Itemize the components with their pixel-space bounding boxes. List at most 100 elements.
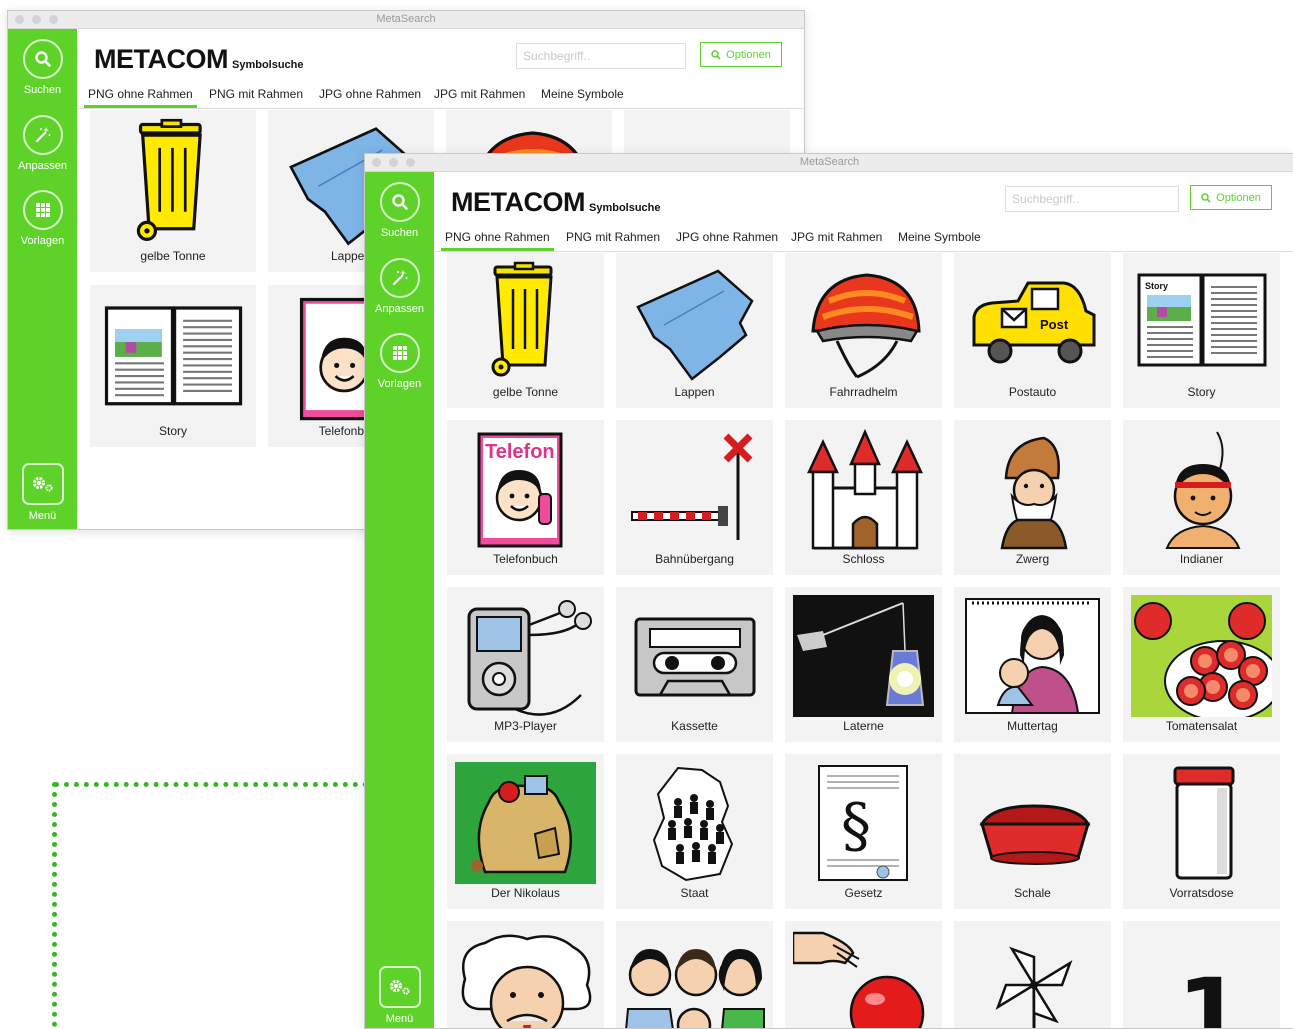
symbol-card[interactable]: Vorratsdose [1123,754,1280,909]
svg-text:§: § [841,791,871,861]
symbol-card[interactable]: gelbe Tonne [447,253,604,408]
symbol-card[interactable] [954,921,1111,1028]
connector-line-horizontal [54,782,398,787]
tab-png-ohne-rahmen[interactable]: PNG ohne Rahmen [441,224,554,251]
gnome-icon [1000,436,1068,550]
symbol-label: Postauto [1008,385,1057,399]
tab-png-ohne-rahmen[interactable]: PNG ohne Rahmen [84,81,197,108]
tab-png-mit-rahmen[interactable]: PNG mit Rahmen [205,81,307,107]
options-button[interactable]: Optionen [1190,185,1272,210]
tab-jpg-mit-rahmen[interactable]: JPG mit Rahmen [430,81,529,107]
symbol-card[interactable]: Staat [616,754,773,909]
header: METACOMSymbolsuche Optionen [78,29,804,81]
symbol-label: Indianer [1179,552,1224,566]
symbol-label: gelbe Tonne [492,385,559,399]
symbol-card[interactable]: Tomatensalat [1123,587,1280,742]
symbol-label: Kassette [671,719,718,733]
symbol-card[interactable]: Muttertag [954,587,1111,742]
symbol-card[interactable]: MP3-Player [447,587,604,742]
bowl-icon [979,804,1091,865]
search-icon [711,49,721,60]
symbol-label: Zwerg [1015,552,1050,566]
symbol-label: Lappen [674,385,715,399]
symbol-card[interactable]: Story Story [1123,253,1280,408]
symbol-label: MP3-Player [494,719,557,733]
tab-jpg-ohne-rahmen[interactable]: JPG ohne Rahmen [315,81,425,107]
tab-png-mit-rahmen[interactable]: PNG mit Rahmen [562,224,664,250]
gears-icon [21,463,64,505]
symbol-card[interactable]: Indianer [1123,420,1280,575]
symbol-card[interactable]: Schloss [785,420,942,575]
yellow-bin-icon [136,118,202,241]
sidebar: Suchen Anpassen Vorlagen Menü [8,29,77,529]
sidebar: Suchen Anpassen Vorlagen Menü [365,172,434,1028]
number-one-icon: 1 [1177,958,1244,1029]
tab-bar: PNG ohne Rahmen PNG mit Rahmen JPG ohne … [78,81,804,109]
symbol-card[interactable] [616,921,773,1028]
sidebar-item-suchen[interactable]: Suchen [8,39,77,96]
svg-text:Post: Post [1040,317,1069,332]
logo: METACOM Symbolsuche [451,187,661,217]
symbol-card[interactable]: Telefon Telefonbuch [447,420,604,575]
sidebar-item-suchen[interactable]: Suchen [365,182,434,239]
symbol-card[interactable]: Post Postauto [954,253,1111,408]
symbol-card[interactable]: Kassette [616,587,773,742]
symbol-card[interactable]: Zwerg [954,420,1111,575]
logo: METACOM Symbolsuche [94,44,304,74]
search-input[interactable] [516,43,686,69]
tomato-salad-icon [1131,595,1272,717]
symbol-card[interactable]: Story [90,285,256,447]
symbol-label: Der Nikolaus [491,886,560,900]
window-controls[interactable] [15,15,58,24]
symbol-label: Vorratsdose [1169,886,1234,900]
menu-label: Menü [28,510,57,522]
menu-button[interactable]: Menü [8,463,77,522]
menu-button[interactable]: Menü [365,966,434,1025]
sidebar-item-label: Suchen [380,227,419,239]
search-input[interactable] [1005,186,1179,212]
sidebar-item-vorlagen[interactable]: Vorlagen [365,333,434,390]
symbol-card[interactable]: § Gesetz [785,754,942,909]
sidebar-item-anpassen[interactable]: Anpassen [365,258,434,315]
symbol-card[interactable]: Fahrradhelm [785,253,942,408]
symbol-card[interactable]: Laterne [785,587,942,742]
symbol-card[interactable]: Schale [954,754,1111,909]
symbol-card[interactable]: gelbe Tonne [90,110,256,272]
einstein-face-icon [461,934,592,1028]
symbol-card[interactable]: Der Nikolaus [447,754,604,909]
railroad-crossing-icon [631,433,753,540]
mp3-player-icon [467,600,592,716]
phonebook-icon: Telefon [477,432,563,548]
tab-jpg-mit-rahmen[interactable]: JPG mit Rahmen [787,224,886,250]
symbol-card[interactable]: 1 [1123,921,1280,1029]
sidebar-item-anpassen[interactable]: Anpassen [8,115,77,172]
family-icon [625,949,765,1028]
tab-jpg-ohne-rahmen[interactable]: JPG ohne Rahmen [672,224,782,250]
tab-meine-symbole[interactable]: Meine Symbole [894,224,985,250]
header: METACOMSymbolsuche Optionen [435,172,1293,224]
svg-text:1: 1 [1177,958,1244,1029]
window-controls[interactable] [372,158,415,167]
symbol-card[interactable] [785,921,942,1028]
window-title: MetaSearch [799,156,860,168]
yellow-bin-icon [491,261,553,377]
tab-meine-symbole[interactable]: Meine Symbole [537,81,628,107]
symbol-label: Muttertag [1007,719,1058,733]
post-car-icon: Post [972,281,1096,364]
nikolaus-sack-icon [455,762,596,884]
symbol-card[interactable]: Bahnübergang [616,420,773,575]
search-icon [22,39,63,79]
options-button[interactable]: Optionen [700,42,782,67]
sidebar-item-vorlagen[interactable]: Vorlagen [8,190,77,247]
symbol-label: Bahnübergang [655,552,734,566]
gears-icon [378,966,421,1008]
symbol-label: Laterne [843,719,884,733]
hand-ball-icon [793,931,925,1028]
symbol-label: gelbe Tonne [140,249,206,263]
svg-text:Story: Story [1145,281,1168,291]
search-icon [1201,192,1211,203]
symbol-card[interactable]: Lappen [616,253,773,408]
symbol-card[interactable] [447,921,604,1028]
castle-icon [807,428,923,550]
mothers-day-icon [965,598,1100,714]
